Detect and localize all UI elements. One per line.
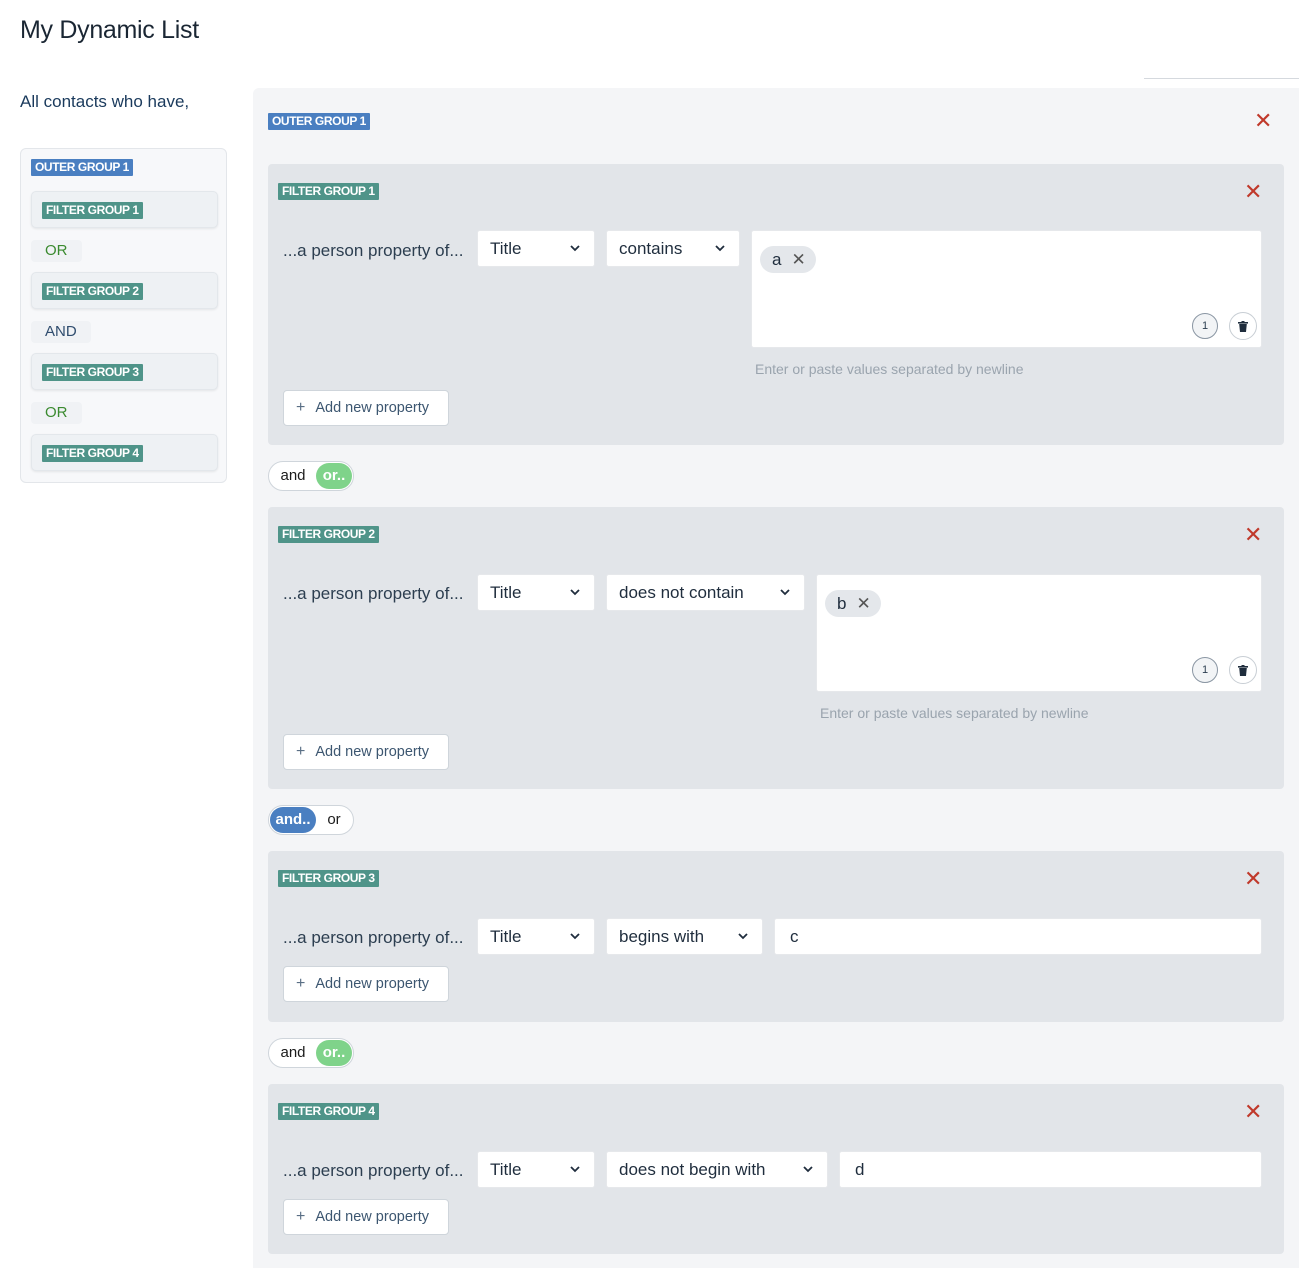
chevron-down-icon [570,1166,580,1173]
clear-values-button[interactable] [1229,312,1257,340]
filter-group-badge: FILTER GROUP 4 [278,1103,379,1120]
chevron-down-icon [738,933,748,940]
page-title: My Dynamic List [20,16,199,44]
operator-select-value: does not begin with [619,1160,766,1179]
toggle-and-option[interactable]: and [270,463,316,489]
operator-select-value: contains [619,239,683,258]
chevron-down-icon [570,245,580,252]
outer-group-badge: OUTER GROUP 1 [268,113,370,130]
property-select-value: Title [490,927,522,946]
filter-group-4: FILTER GROUP 4 ✕ ...a person property of… [268,1084,1284,1254]
close-icon[interactable]: ✕ [1244,1101,1262,1123]
value-chip-text: b [837,594,847,613]
chevron-down-icon [570,933,580,940]
property-select[interactable]: Title [477,230,595,267]
plus-icon: + [296,399,306,416]
add-property-label: Add new property [315,400,429,416]
summary-filter-group-1[interactable]: FILTER GROUP 1 [31,191,218,228]
filter-group-3: FILTER GROUP 3 ✕ ...a person property of… [268,851,1284,1022]
chevron-down-icon [780,589,790,596]
value-input[interactable]: d [839,1151,1262,1188]
toggle-or-option[interactable]: or.. [316,1040,352,1066]
filter-group-1: FILTER GROUP 1 ✕ ...a person property of… [268,164,1284,445]
close-icon[interactable]: ✕ [1244,868,1262,890]
operator-select-value: does not contain [619,583,744,602]
property-select-value: Title [490,239,522,258]
add-property-button[interactable]: + Add new property [283,966,449,1002]
intro-text: All contacts who have, [20,92,190,111]
values-helper-text: Enter or paste values separated by newli… [755,361,1024,377]
operator-select[interactable]: contains [606,230,740,267]
summary-filter-group-2[interactable]: FILTER GROUP 2 [31,272,218,309]
property-select[interactable]: Title [477,1151,595,1188]
value-chip-text: a [772,250,782,269]
trash-icon [1238,320,1248,332]
toggle-or-option[interactable]: or.. [316,463,352,489]
summary-connector-or: OR [31,402,82,424]
plus-icon: + [296,743,306,760]
filter-group-badge: FILTER GROUP 2 [278,526,379,543]
trash-icon [1238,664,1248,676]
close-icon[interactable]: ✕ [1244,181,1262,203]
summary-connector-or: OR [31,240,82,262]
values-input[interactable]: b ✕ 1 [816,574,1262,692]
values-count-badge: 1 [1192,657,1218,683]
property-select-value: Title [490,1160,522,1179]
remove-chip-icon[interactable]: ✕ [791,246,805,273]
property-row-label: ...a person property of... [283,584,464,603]
summary-filter-group-badge: FILTER GROUP 2 [42,283,143,300]
add-property-label: Add new property [315,976,429,992]
operator-select[interactable]: begins with [606,918,763,955]
toggle-and-option[interactable]: and [270,1040,316,1066]
add-property-label: Add new property [315,744,429,760]
value-chip: b ✕ [825,590,881,617]
add-property-button[interactable]: + Add new property [283,390,449,426]
filter-group-2: FILTER GROUP 2 ✕ ...a person property of… [268,507,1284,789]
summary-filter-group-badge: FILTER GROUP 3 [42,364,143,381]
and-or-toggle[interactable]: and or.. [268,461,354,491]
add-property-label: Add new property [315,1209,429,1225]
value-chip: a ✕ [760,246,816,273]
operator-select[interactable]: does not begin with [606,1151,828,1188]
property-row-label: ...a person property of... [283,928,464,947]
property-select[interactable]: Title [477,918,595,955]
add-property-button[interactable]: + Add new property [283,734,449,770]
property-select[interactable]: Title [477,574,595,611]
property-row-label: ...a person property of... [283,1161,464,1180]
filter-group-badge: FILTER GROUP 3 [278,870,379,887]
chevron-down-icon [570,589,580,596]
summary-filter-group-badge: FILTER GROUP 4 [42,445,143,462]
operator-select[interactable]: does not contain [606,574,805,611]
property-row-label: ...a person property of... [283,241,464,260]
clear-values-button[interactable] [1229,656,1257,684]
summary-connector-and: AND [31,321,91,343]
add-property-button[interactable]: + Add new property [283,1199,449,1235]
remove-chip-icon[interactable]: ✕ [856,590,870,617]
value-input[interactable]: c [774,918,1262,955]
values-input[interactable]: a ✕ 1 [751,230,1262,348]
chevron-down-icon [715,245,725,252]
values-count-badge: 1 [1192,313,1218,339]
chevron-down-icon [803,1166,813,1173]
summary-filter-group-4[interactable]: FILTER GROUP 4 [31,434,218,471]
close-icon[interactable]: ✕ [1244,524,1262,546]
summary-filter-group-3[interactable]: FILTER GROUP 3 [31,353,218,390]
outer-group-panel: OUTER GROUP 1 ✕ FILTER GROUP 1 ✕ ...a pe… [253,88,1299,1268]
plus-icon: + [296,975,306,992]
and-or-toggle[interactable]: and.. or [268,805,354,835]
group-summary-panel: OUTER GROUP 1 FILTER GROUP 1 OR FILTER G… [20,148,227,483]
plus-icon: + [296,1208,306,1225]
summary-outer-group-badge[interactable]: OUTER GROUP 1 [31,159,133,176]
summary-filter-group-badge: FILTER GROUP 1 [42,202,143,219]
operator-select-value: begins with [619,927,705,946]
and-or-toggle[interactable]: and or.. [268,1038,354,1068]
divider [1144,78,1299,79]
toggle-or-option[interactable]: or [316,807,352,833]
values-helper-text: Enter or paste values separated by newli… [820,705,1089,721]
property-select-value: Title [490,583,522,602]
close-icon[interactable]: ✕ [1254,110,1272,132]
filter-group-badge: FILTER GROUP 1 [278,183,379,200]
toggle-and-option[interactable]: and.. [270,807,316,833]
